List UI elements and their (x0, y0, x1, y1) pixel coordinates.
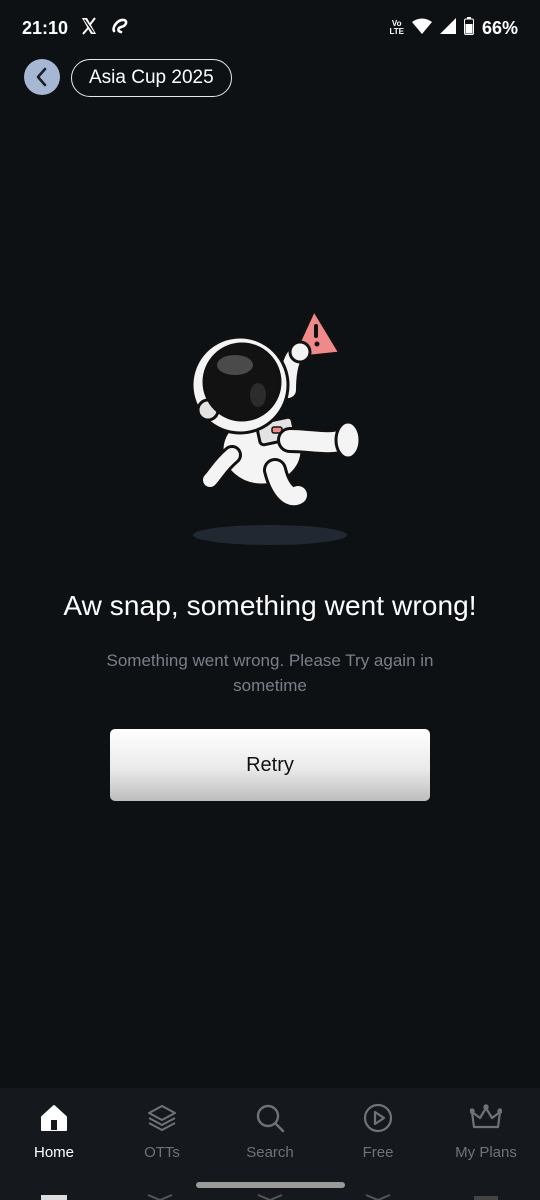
volte-bottom: LTE (389, 27, 404, 36)
battery-icon (463, 16, 474, 40)
page-title: Asia Cup 2025 (89, 67, 214, 88)
error-subtitle: Something went wrong. Please Try again i… (106, 651, 434, 695)
search-icon (254, 1102, 286, 1134)
battery-percent: 66% (481, 17, 518, 38)
nav-item-free[interactable]: Free (324, 1088, 432, 1168)
nav-label-search: Search (246, 1144, 294, 1161)
nav-label-otts: OTTs (144, 1144, 180, 1161)
nav-item-my-plans[interactable]: My Plans (432, 1088, 540, 1168)
nav-label-home: Home (33, 1144, 74, 1161)
astronaut-illustration (180, 300, 370, 550)
wifi-icon (411, 18, 432, 39)
nav-item-otts[interactable]: OTTs (108, 1088, 216, 1168)
status-left: 21:10 (22, 16, 130, 40)
nav-item-home[interactable]: Home (0, 1088, 108, 1168)
play-circle-icon (362, 1102, 394, 1134)
page-title-pill: Asia Cup 2025 (71, 59, 232, 97)
error-title: Aw snap, something went wrong! (63, 590, 477, 621)
retry-button[interactable]: Retry (110, 729, 430, 801)
nav-item-search[interactable]: Search (216, 1088, 324, 1168)
status-right: Vo LTE 66% (389, 16, 518, 40)
x-logo-icon (80, 16, 98, 40)
signal-icon (439, 17, 456, 39)
volte-indicator: Vo LTE (389, 20, 404, 36)
chevron-left-icon (36, 67, 47, 87)
layers-icon (146, 1102, 178, 1134)
app-screen: 21:10 Vo LTE 66% Asia Cup 2025 Aw snap, … (0, 0, 540, 1200)
nav-label-free: Free (362, 1144, 394, 1161)
crown-icon (470, 1102, 502, 1134)
home-gesture-bar[interactable] (196, 1182, 345, 1188)
airtel-logo-icon (110, 17, 130, 40)
nav-label-my-plans: My Plans (455, 1144, 517, 1161)
status-bar: 21:10 Vo LTE 66% (0, 0, 540, 56)
home-icon (38, 1102, 70, 1134)
bottom-nav-items: Home OTTs Search Free My Plans (0, 1088, 540, 1168)
back-button[interactable] (24, 59, 60, 95)
peek-icons-row (41, 1194, 498, 1200)
status-time: 21:10 (22, 17, 69, 38)
